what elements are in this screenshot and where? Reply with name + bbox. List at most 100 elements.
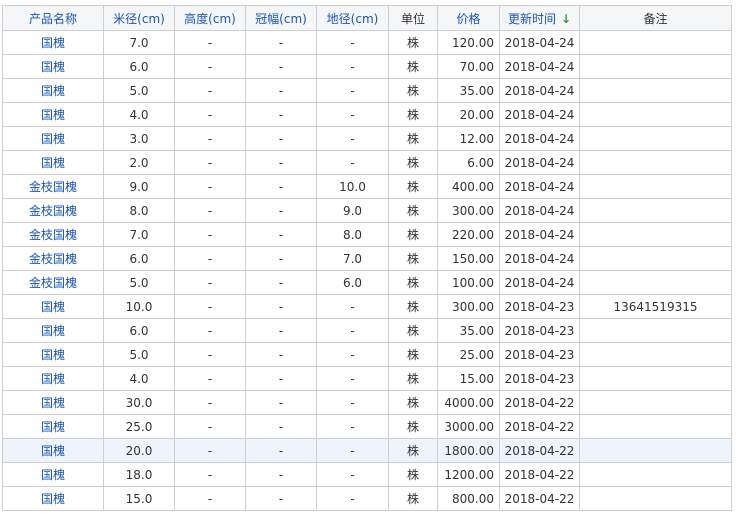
table-row: 金枝国槐 9.0- -10.0 株 400.00 2018-04-24 <box>2 174 732 199</box>
product-name-link[interactable]: 国槐 <box>2 54 104 79</box>
crown-width-cell: - <box>245 126 317 151</box>
product-name-link[interactable]: 国槐 <box>2 102 104 127</box>
product-name-link[interactable]: 金枝国槐 <box>2 270 104 295</box>
ground-diameter-cell: - <box>316 414 389 439</box>
mi-diameter-cell: 25.0 <box>103 414 175 439</box>
unit-cell: 株 <box>388 126 438 151</box>
update-time-cell: 2018-04-24 <box>499 126 580 151</box>
table-row: 金枝国槐 7.0- -8.0 株 220.00 2018-04-24 <box>2 222 732 247</box>
ground-diameter-cell: - <box>316 462 389 487</box>
product-name-link[interactable]: 国槐 <box>2 366 104 391</box>
crown-width-cell: - <box>245 78 317 103</box>
unit-cell: 株 <box>388 78 438 103</box>
unit-cell: 株 <box>388 174 438 199</box>
column-header-product-name[interactable]: 产品名称 <box>2 5 104 31</box>
product-name-link[interactable]: 国槐 <box>2 150 104 175</box>
column-header-price[interactable]: 价格 <box>437 5 500 31</box>
product-name-link[interactable]: 金枝国槐 <box>2 246 104 271</box>
column-header-mi-diameter[interactable]: 米径(cm) <box>103 5 175 31</box>
update-time-cell: 2018-04-24 <box>499 54 580 79</box>
price-cell: 3000.00 <box>437 414 500 439</box>
remarks-cell <box>579 54 732 79</box>
price-cell: 120.00 <box>437 30 500 55</box>
product-name-link[interactable]: 国槐 <box>2 30 104 55</box>
column-header-crown-width[interactable]: 冠幅(cm) <box>245 5 317 31</box>
height-cell: - <box>174 462 246 487</box>
mi-diameter-cell: 6.0 <box>103 246 175 271</box>
mi-diameter-cell: 9.0 <box>103 174 175 199</box>
column-header-label: 地径(cm) <box>326 11 379 26</box>
remarks-cell <box>579 222 732 247</box>
table-row: 国槐 25.0- - - 株 3000.00 2018-04-22 <box>2 414 732 439</box>
price-cell: 35.00 <box>437 78 500 103</box>
unit-cell: 株 <box>388 486 438 511</box>
table-row: 国槐 6.0- - - 株 35.00 2018-04-23 <box>2 318 732 343</box>
remarks-cell <box>579 246 732 271</box>
column-header-update-time[interactable]: 更新时间 ↓ <box>499 5 580 31</box>
mi-diameter-cell: 4.0 <box>103 102 175 127</box>
product-name-link[interactable]: 国槐 <box>2 342 104 367</box>
mi-diameter-cell: 7.0 <box>103 222 175 247</box>
mi-diameter-cell: 6.0 <box>103 54 175 79</box>
update-time-cell: 2018-04-23 <box>499 366 580 391</box>
ground-diameter-cell: - <box>316 438 389 463</box>
table-row: 金枝国槐 8.0- -9.0 株 300.00 2018-04-24 <box>2 198 732 223</box>
unit-cell: 株 <box>388 318 438 343</box>
product-name-link[interactable]: 国槐 <box>2 390 104 415</box>
crown-width-cell: - <box>245 174 317 199</box>
product-name-link[interactable]: 金枝国槐 <box>2 198 104 223</box>
remarks-cell <box>579 78 732 103</box>
price-cell: 300.00 <box>437 198 500 223</box>
ground-diameter-cell: 6.0 <box>316 270 389 295</box>
product-name-link[interactable]: 国槐 <box>2 294 104 319</box>
product-name-link[interactable]: 金枝国槐 <box>2 174 104 199</box>
price-cell: 1200.00 <box>437 462 500 487</box>
product-name-link[interactable]: 国槐 <box>2 462 104 487</box>
table-row: 金枝国槐 6.0- -7.0 株 150.00 2018-04-24 <box>2 246 732 271</box>
price-cell: 6.00 <box>437 150 500 175</box>
height-cell: - <box>174 54 246 79</box>
column-header-unit: 单位 <box>388 5 438 31</box>
product-name-link[interactable]: 国槐 <box>2 486 104 511</box>
update-time-cell: 2018-04-24 <box>499 78 580 103</box>
remarks-cell <box>579 462 732 487</box>
column-header-height[interactable]: 高度(cm) <box>174 5 246 31</box>
mi-diameter-cell: 4.0 <box>103 366 175 391</box>
column-header-label: 高度(cm) <box>184 11 236 26</box>
product-name-link[interactable]: 国槐 <box>2 318 104 343</box>
table-row: 国槐 4.0- - - 株 15.00 2018-04-23 <box>2 366 732 391</box>
mi-diameter-cell: 10.0 <box>103 294 175 319</box>
ground-diameter-cell: - <box>316 318 389 343</box>
price-table-container: 产品名称 米径(cm) 高度(cm) 冠幅(cm) 地径(cm) 单位 价格 更新时间 ↓ 备注 … <box>2 5 732 511</box>
price-cell: 150.00 <box>437 246 500 271</box>
ground-diameter-cell: - <box>316 78 389 103</box>
product-name-link[interactable]: 金枝国槐 <box>2 222 104 247</box>
column-header-ground-diameter[interactable]: 地径(cm) <box>316 5 389 31</box>
mi-diameter-cell: 6.0 <box>103 318 175 343</box>
mi-diameter-cell: 3.0 <box>103 126 175 151</box>
product-name-link[interactable]: 国槐 <box>2 414 104 439</box>
price-cell: 12.00 <box>437 126 500 151</box>
column-header-label: 单位 <box>400 11 425 26</box>
crown-width-cell: - <box>245 270 317 295</box>
crown-width-cell: - <box>245 198 317 223</box>
product-name-link[interactable]: 国槐 <box>2 438 104 463</box>
remarks-cell <box>579 366 732 391</box>
table-row: 金枝国槐 5.0- -6.0 株 100.00 2018-04-24 <box>2 270 732 295</box>
height-cell: - <box>174 342 246 367</box>
sort-down-arrow-icon[interactable]: ↓ <box>561 12 571 26</box>
crown-width-cell: - <box>245 30 317 55</box>
remarks-cell <box>579 126 732 151</box>
product-name-link[interactable]: 国槐 <box>2 78 104 103</box>
table-row: 国槐 3.0- - - 株 12.00 2018-04-24 <box>2 126 732 151</box>
update-time-cell: 2018-04-22 <box>499 414 580 439</box>
height-cell: - <box>174 294 246 319</box>
mi-diameter-cell: 20.0 <box>103 438 175 463</box>
column-header-remarks: 备注 <box>579 5 732 31</box>
price-cell: 35.00 <box>437 318 500 343</box>
mi-diameter-cell: 8.0 <box>103 198 175 223</box>
remarks-cell <box>579 414 732 439</box>
product-name-link[interactable]: 国槐 <box>2 126 104 151</box>
unit-cell: 株 <box>388 150 438 175</box>
crown-width-cell: - <box>245 390 317 415</box>
